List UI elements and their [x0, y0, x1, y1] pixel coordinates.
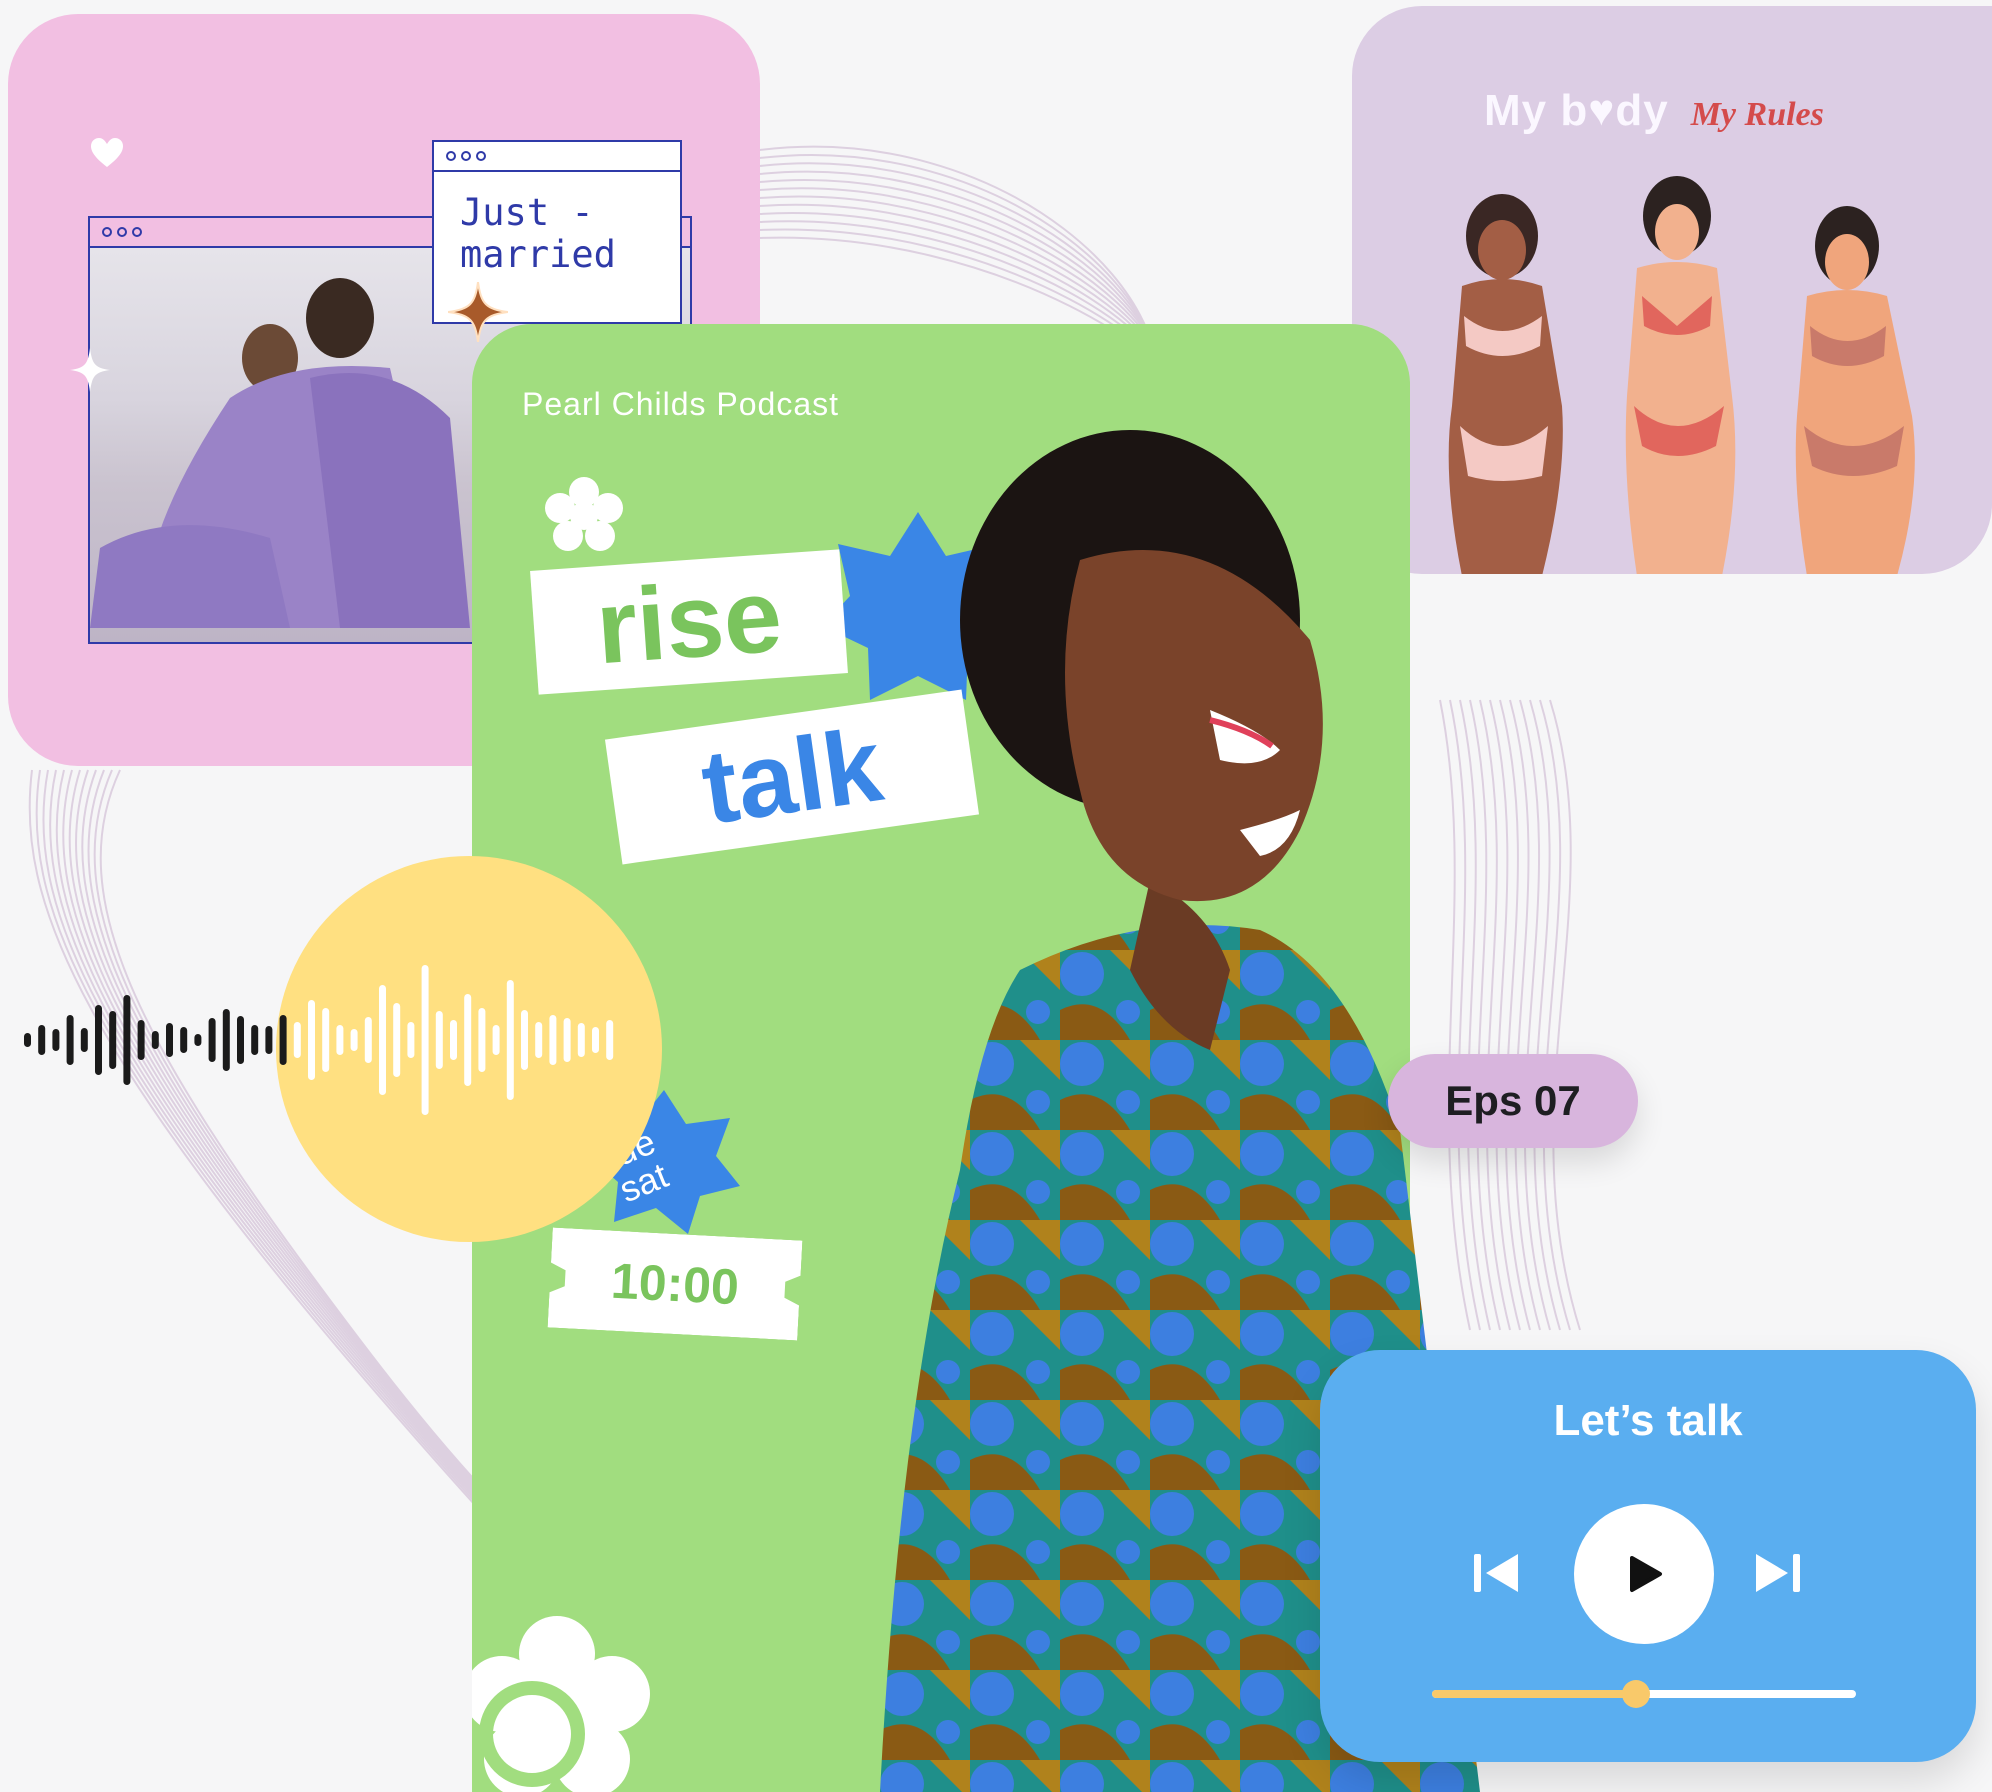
- waveform-bar: [308, 1000, 315, 1080]
- waveform-bar: [166, 1023, 173, 1057]
- schedule-time-ticket: 10:00: [548, 1228, 803, 1341]
- waveform-bar: [577, 1023, 585, 1057]
- waveform-bar: [350, 1029, 358, 1051]
- skip-forward-icon: [1756, 1554, 1800, 1592]
- waveform-bar: [521, 1010, 528, 1070]
- waveform-bar: [464, 994, 472, 1086]
- heart-icon: [91, 138, 123, 167]
- waveform-bar: [222, 1009, 230, 1071]
- episode-badge: Eps 07: [1388, 1054, 1638, 1148]
- waveform-bar: [549, 1015, 557, 1065]
- waveform-bar: [322, 1008, 330, 1072]
- player-title: Let’s talk: [1553, 1396, 1743, 1445]
- previous-track-button[interactable]: [1472, 1548, 1522, 1598]
- waveform-bar: [364, 1017, 372, 1063]
- play-button[interactable]: [1574, 1504, 1714, 1644]
- waveform-bar: [66, 1015, 74, 1065]
- waveform-bar: [265, 1026, 273, 1054]
- episode-label: Eps 07: [1445, 1077, 1581, 1124]
- waveform-bar: [435, 1011, 443, 1069]
- progress-track[interactable]: [1432, 1680, 1856, 1708]
- skip-back-icon: [1474, 1554, 1518, 1592]
- progress-thumb[interactable]: [1621, 1680, 1650, 1708]
- waveform-bar: [407, 1022, 415, 1058]
- flower-asterisk-icon: [545, 477, 623, 551]
- play-icon: [1630, 1556, 1662, 1592]
- waveform-bar: [123, 995, 131, 1085]
- waveform-bar: [194, 1034, 202, 1046]
- body-card-heading: My b♥dy: [1484, 86, 1669, 135]
- title-rise: rise: [530, 549, 848, 695]
- audio-waveform: [24, 965, 614, 1115]
- body-card-title: My b♥dy My Rules: [1484, 86, 1824, 136]
- waveform-bar: [208, 1018, 216, 1062]
- waveform-bar: [180, 1027, 188, 1053]
- progress-fill: [1432, 1690, 1636, 1698]
- waveform-bar: [279, 1015, 287, 1065]
- waveform-bar: [421, 965, 429, 1115]
- waveform-bar: [293, 1022, 301, 1058]
- audio-player[interactable]: Let’s talk: [1320, 1350, 1976, 1762]
- waveform-bar: [606, 1020, 614, 1060]
- body-card-subtitle: My Rules: [1690, 96, 1824, 133]
- waveform-bar: [492, 1025, 500, 1055]
- waveform-bar: [478, 1008, 486, 1072]
- waveform-bar: [95, 1005, 102, 1075]
- sparkle-icon: [70, 348, 110, 392]
- waveform-bar: [535, 1022, 543, 1058]
- waveform-bar: [450, 1020, 457, 1060]
- waveform-bar: [251, 1025, 259, 1055]
- waveform-bar: [151, 1031, 159, 1049]
- waveform-bar: [109, 1011, 117, 1069]
- waveform-bar: [393, 1003, 401, 1077]
- window-titlebar: [434, 142, 680, 172]
- waveform-bar: [379, 985, 386, 1095]
- waveform-bar: [336, 1025, 344, 1055]
- waveform-bar: [52, 1029, 60, 1051]
- next-track-button[interactable]: [1752, 1548, 1802, 1598]
- waveform-bar: [592, 1027, 599, 1053]
- waveform-bar: [237, 1016, 244, 1064]
- waveform-bar: [563, 1018, 571, 1062]
- flower-ring-icon: [472, 1616, 650, 1792]
- waveform-bar: [506, 980, 514, 1100]
- waveform-bar: [38, 1025, 46, 1055]
- waveform-bar: [24, 1033, 31, 1047]
- podcast-show-name: Pearl Childs Podcast: [522, 386, 840, 422]
- wedding-caption: Just - married: [460, 191, 616, 276]
- waveform-bar: [80, 1028, 88, 1052]
- waveform-bar: [137, 1020, 145, 1060]
